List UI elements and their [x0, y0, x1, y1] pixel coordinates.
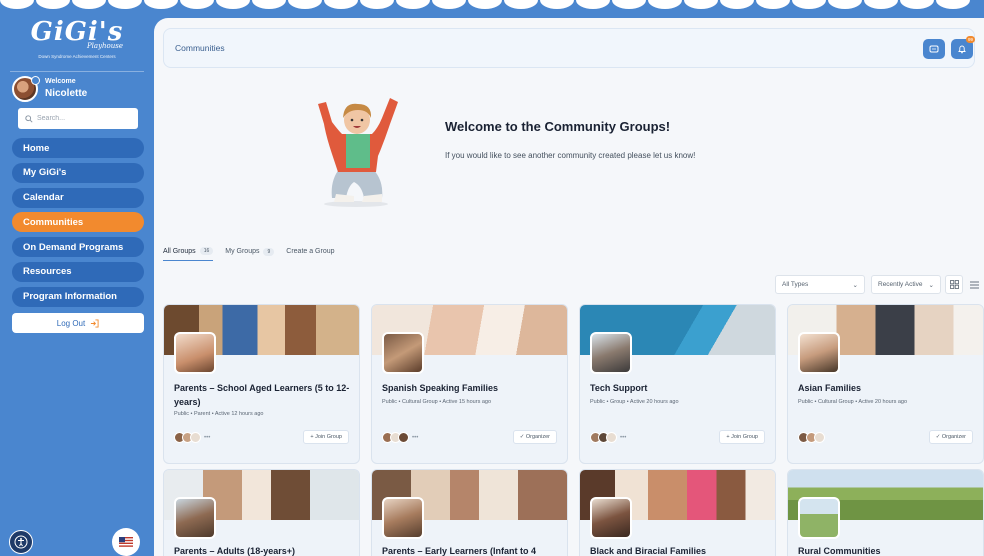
- group-avatar: [798, 497, 840, 539]
- group-members[interactable]: •••: [382, 432, 418, 443]
- bell-icon: [958, 45, 966, 54]
- online-status-icon: [31, 76, 40, 85]
- view-toggle: [945, 275, 983, 294]
- group-avatar: [174, 497, 216, 539]
- logout-icon: [91, 318, 99, 328]
- nav-item-communities[interactable]: Communities: [12, 212, 144, 233]
- chevron-down-icon: ⌄: [928, 281, 934, 289]
- member-avatar: [190, 432, 201, 443]
- group-name[interactable]: Parents – Adults (18-years+): [174, 544, 354, 556]
- more-members-icon: •••: [620, 434, 627, 441]
- us-flag-icon[interactable]: [112, 528, 140, 556]
- nav-item-home[interactable]: Home: [12, 138, 144, 158]
- tab-label: My Groups: [225, 248, 260, 255]
- group-tabs: All Groups 16 My Groups 9 Create a Group: [163, 246, 347, 262]
- main-nav: Home My GiGi's Calendar Communities On D…: [12, 138, 144, 312]
- accessibility-icon[interactable]: [9, 530, 33, 554]
- group-meta: Public • Parent • Active 12 hours ago: [174, 411, 264, 417]
- nav-item-calendar[interactable]: Calendar: [12, 187, 144, 208]
- group-avatar: [798, 332, 840, 374]
- search-box[interactable]: [18, 108, 138, 129]
- nav-item-resources[interactable]: Resources: [12, 261, 144, 282]
- tab-my-groups[interactable]: My Groups 9: [225, 247, 275, 261]
- hero-title: Welcome to the Community Groups!: [445, 119, 671, 134]
- tab-all-groups[interactable]: All Groups 16: [163, 247, 214, 261]
- group-avatar: [590, 497, 632, 539]
- member-avatar: [398, 432, 409, 443]
- sort-value: Recently Active: [878, 281, 923, 288]
- member-avatar: [606, 432, 617, 443]
- grid-icon: [949, 280, 959, 289]
- sidebar: GiGi's Playhouse Down Syndrome Achieveme…: [0, 0, 154, 556]
- logo-divider: [10, 71, 144, 72]
- group-members[interactable]: •••: [174, 432, 210, 443]
- join-group-button[interactable]: + Join Group: [303, 430, 349, 444]
- notifications-button[interactable]: 99: [951, 36, 975, 59]
- member-avatar: [814, 432, 825, 443]
- group-meta: Public • Cultural Group • Active 15 hour…: [382, 399, 492, 405]
- search-input[interactable]: [37, 115, 133, 122]
- group-card-adults[interactable]: Parents – Adults (18-years+): [163, 469, 360, 556]
- tab-count: 16: [199, 247, 214, 255]
- group-name[interactable]: Asian Families: [798, 381, 978, 395]
- join-group-button[interactable]: + Join Group: [719, 430, 765, 444]
- group-members[interactable]: [798, 432, 825, 443]
- group-card-school-aged[interactable]: Parents – School Aged Learners (5 to 12-…: [163, 304, 360, 464]
- group-card-asian-families[interactable]: Asian Families Public • Cultural Group •…: [787, 304, 984, 464]
- group-card-tech-support[interactable]: Tech Support Public • Group • Active 20 …: [579, 304, 776, 464]
- group-card-rural[interactable]: Rural Communities: [787, 469, 984, 556]
- group-avatar: [174, 332, 216, 374]
- grid-view-button[interactable]: [945, 275, 963, 294]
- messages-button[interactable]: [923, 39, 945, 59]
- hero-subtitle: If you would like to see another communi…: [445, 151, 696, 160]
- tab-label: Create a Group: [286, 248, 335, 255]
- welcome-label: Welcome: [45, 78, 76, 85]
- group-avatar: [382, 332, 424, 374]
- logout-label: Log Out: [56, 318, 86, 328]
- sort-select[interactable]: Recently Active ⌄: [871, 275, 941, 294]
- type-filter-select[interactable]: All Types ⌄: [775, 275, 865, 294]
- page-title: Communities: [175, 43, 225, 53]
- group-card-spanish-speaking[interactable]: Spanish Speaking Families Public • Cultu…: [371, 304, 568, 464]
- group-meta: Public • Group • Active 20 hours ago: [590, 399, 679, 405]
- nav-item-my-gigis[interactable]: My GiGi's: [12, 162, 144, 183]
- group-members[interactable]: •••: [590, 432, 626, 443]
- nav-item-program-information[interactable]: Program Information: [12, 286, 144, 307]
- gigis-logo[interactable]: GiGi's Playhouse Down Syndrome Achieveme…: [10, 18, 144, 68]
- organizer-badge[interactable]: ✓ Organizer: [512, 430, 557, 444]
- hero-child-photo: [318, 98, 398, 207]
- group-avatar: [382, 497, 424, 539]
- group-card-early-learners[interactable]: Parents – Early Learners (Infant to 4: [371, 469, 568, 556]
- message-icon: [929, 45, 939, 52]
- tab-count: 9: [263, 247, 275, 256]
- search-icon: [25, 114, 33, 123]
- nav-item-on-demand-programs[interactable]: On Demand Programs: [12, 237, 144, 258]
- more-members-icon: •••: [204, 434, 211, 441]
- group-avatar: [590, 332, 632, 374]
- logout-button[interactable]: Log Out: [12, 313, 144, 333]
- user-profile[interactable]: Welcome Nicolette: [12, 76, 146, 106]
- page-header: Communities 99: [163, 28, 975, 68]
- logo-tagline: Down Syndrome Achievement Centers: [38, 54, 116, 59]
- group-name[interactable]: Parents – School Aged Learners (5 to 12-…: [174, 381, 354, 409]
- group-name[interactable]: Rural Communities: [798, 544, 978, 556]
- more-members-icon: •••: [412, 434, 419, 441]
- user-name: Nicolette: [45, 88, 88, 99]
- scalloped-border: [0, 0, 984, 9]
- main-content: Communities 99 Welcome to the Community …: [154, 18, 984, 556]
- list-view-button[interactable]: [965, 275, 983, 294]
- list-icon: [969, 281, 979, 288]
- group-name[interactable]: Spanish Speaking Families: [382, 381, 562, 395]
- group-name[interactable]: Parents – Early Learners (Infant to 4: [382, 544, 562, 556]
- organizer-badge[interactable]: ✓ Organizer: [928, 430, 973, 444]
- group-name[interactable]: Black and Biracial Families: [590, 544, 770, 556]
- notification-count-badge: 99: [966, 36, 975, 43]
- chevron-down-icon: ⌄: [852, 281, 858, 289]
- type-filter-value: All Types: [782, 281, 809, 288]
- group-name[interactable]: Tech Support: [590, 381, 770, 395]
- tab-create-group[interactable]: Create a Group: [286, 248, 334, 260]
- group-card-black-biracial[interactable]: Black and Biracial Families: [579, 469, 776, 556]
- tab-label: All Groups: [163, 247, 196, 255]
- group-meta: Public • Cultural Group • Active 20 hour…: [798, 399, 908, 405]
